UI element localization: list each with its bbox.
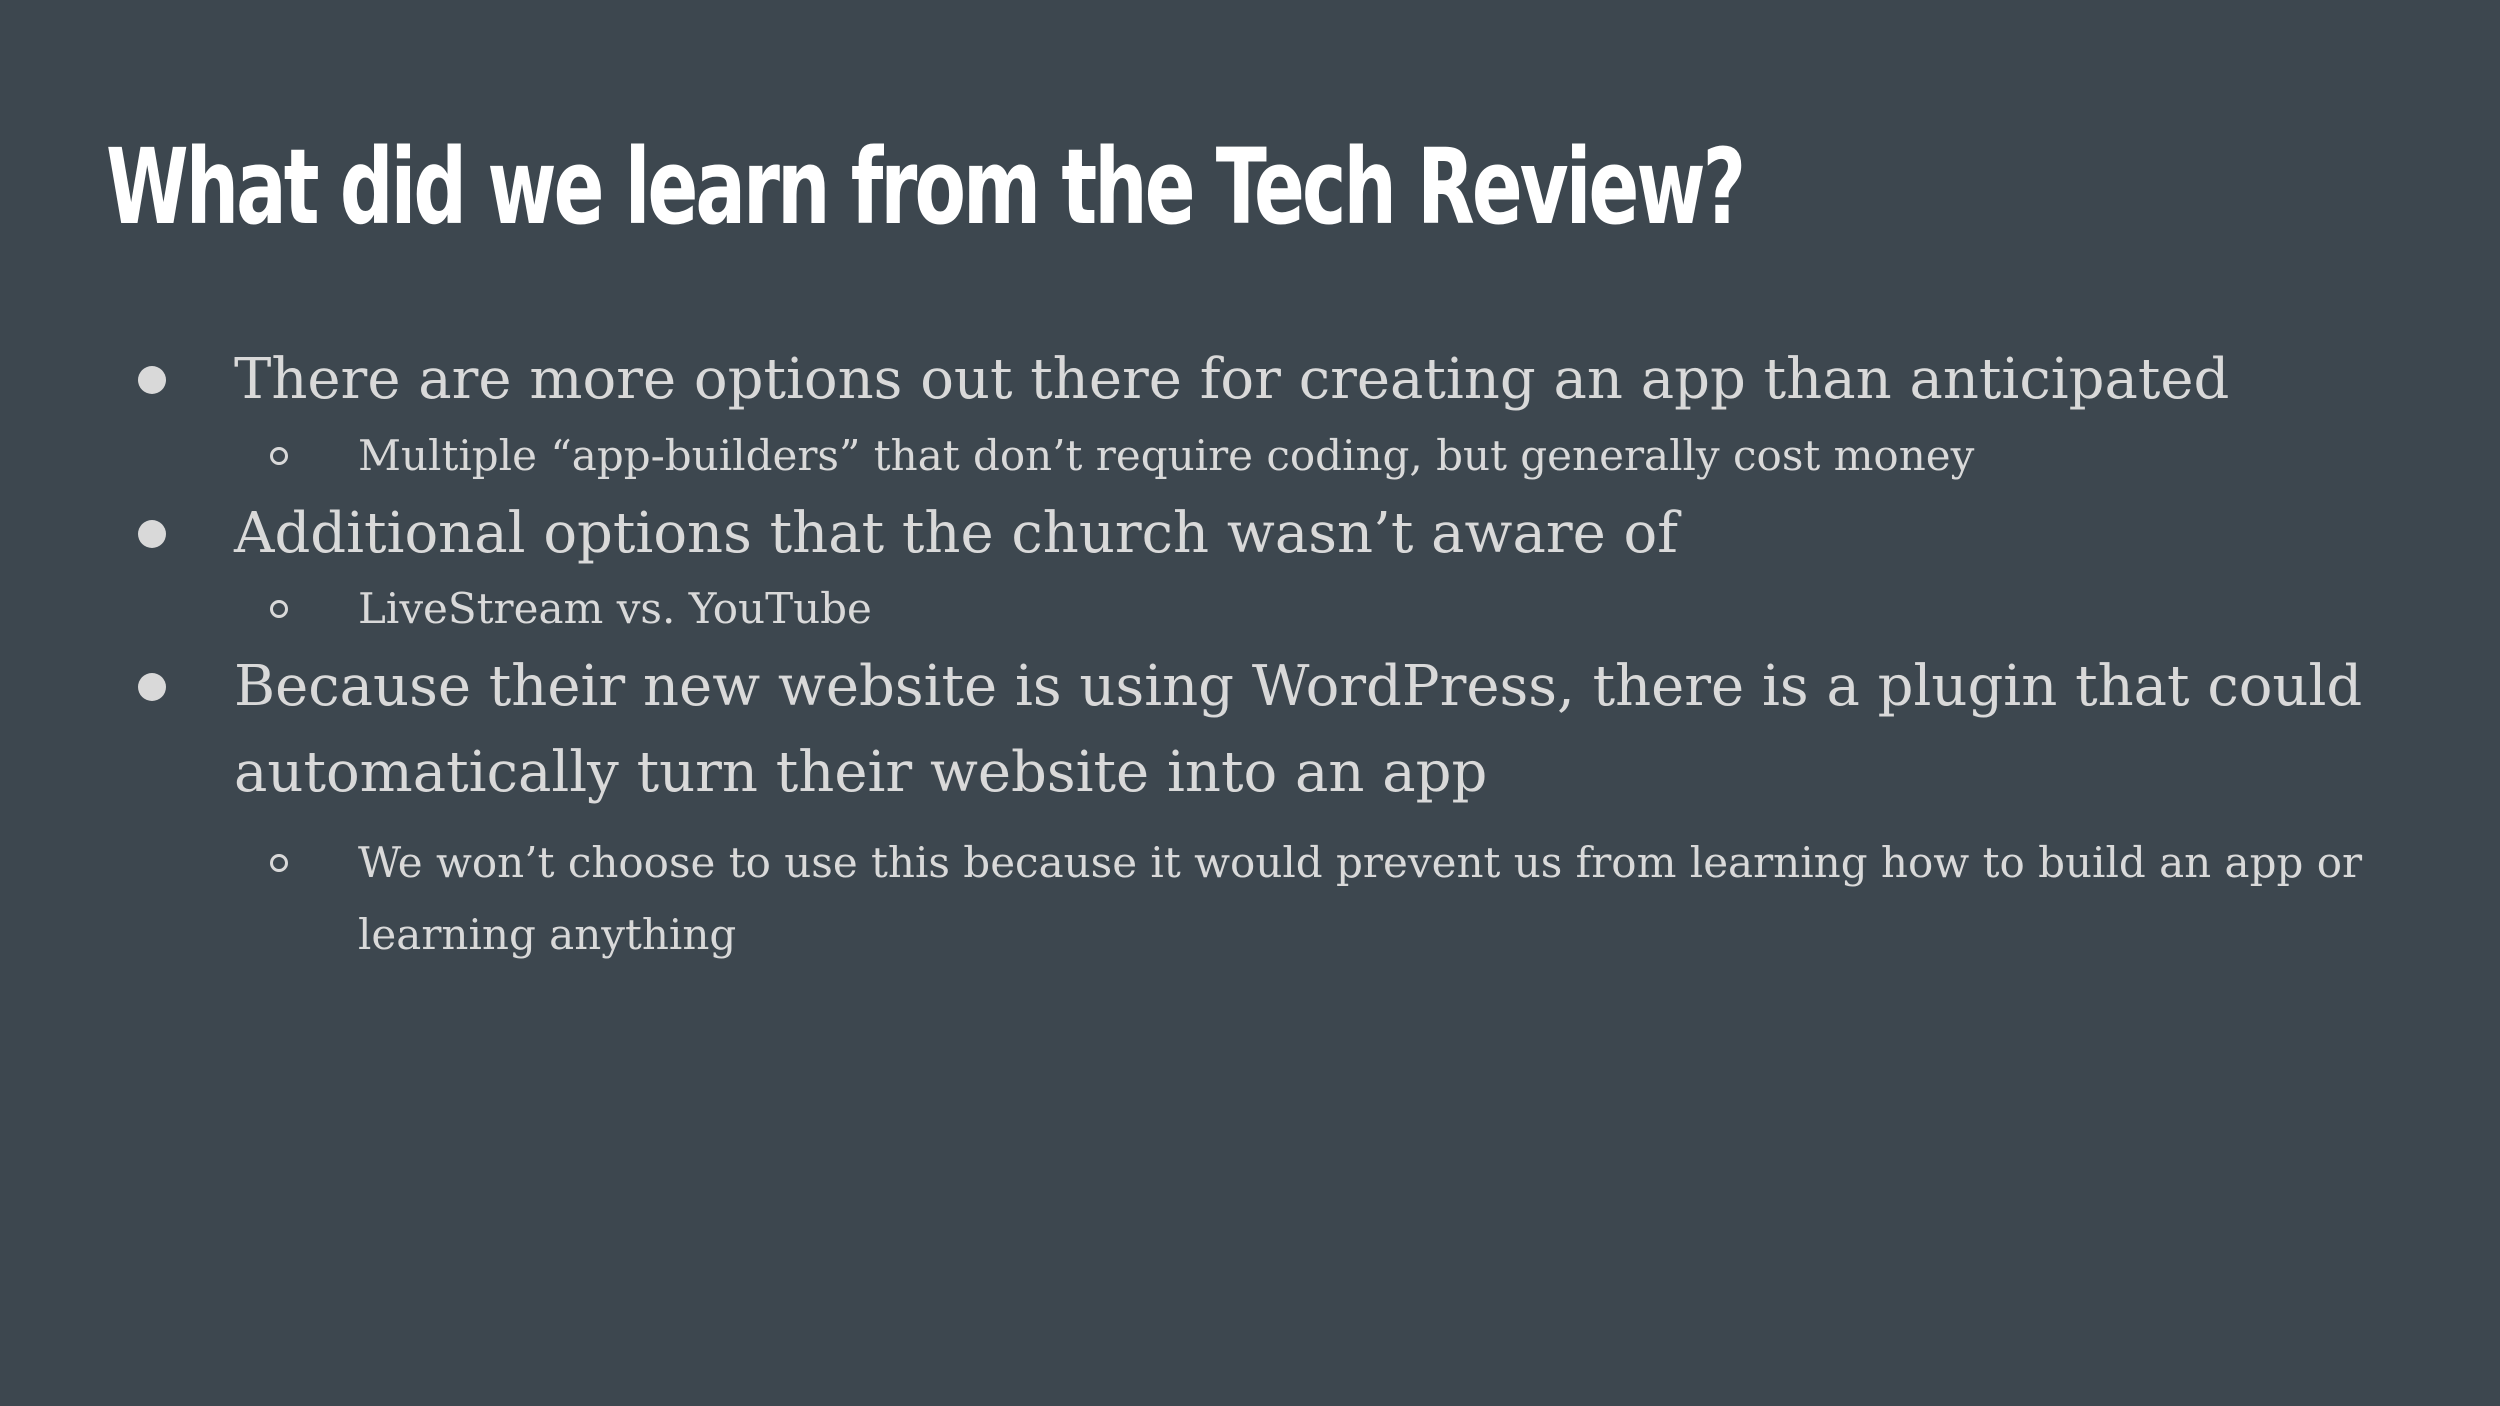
sub-bullet-text: LiveStream vs. YouTube (358, 584, 872, 633)
hollow-bullet-icon (270, 854, 288, 872)
slide: What did we learn from the Tech Review? … (0, 0, 2500, 1406)
filled-bullet-icon (138, 366, 166, 394)
bullet-text: Additional options that the church wasn’… (234, 501, 1678, 566)
sub-bullet-text: Multiple “app-builders” that don’t requi… (358, 431, 1975, 480)
sub-bullet-text-continued: learning anything (358, 910, 737, 959)
sub-bullet-text: We won’t choose to use this because it w… (358, 838, 2363, 887)
bullet-text-continued: automatically turn their website into an… (234, 740, 1488, 805)
bullet-text: There are more options out there for cre… (234, 347, 2230, 412)
hollow-bullet-icon (270, 600, 288, 618)
bullet-list: There are more options out there for cre… (0, 0, 2500, 1406)
filled-bullet-icon (138, 520, 166, 548)
filled-bullet-icon (138, 673, 166, 701)
bullet-text: Because their new website is using WordP… (234, 654, 2363, 719)
hollow-bullet-icon (270, 447, 288, 465)
